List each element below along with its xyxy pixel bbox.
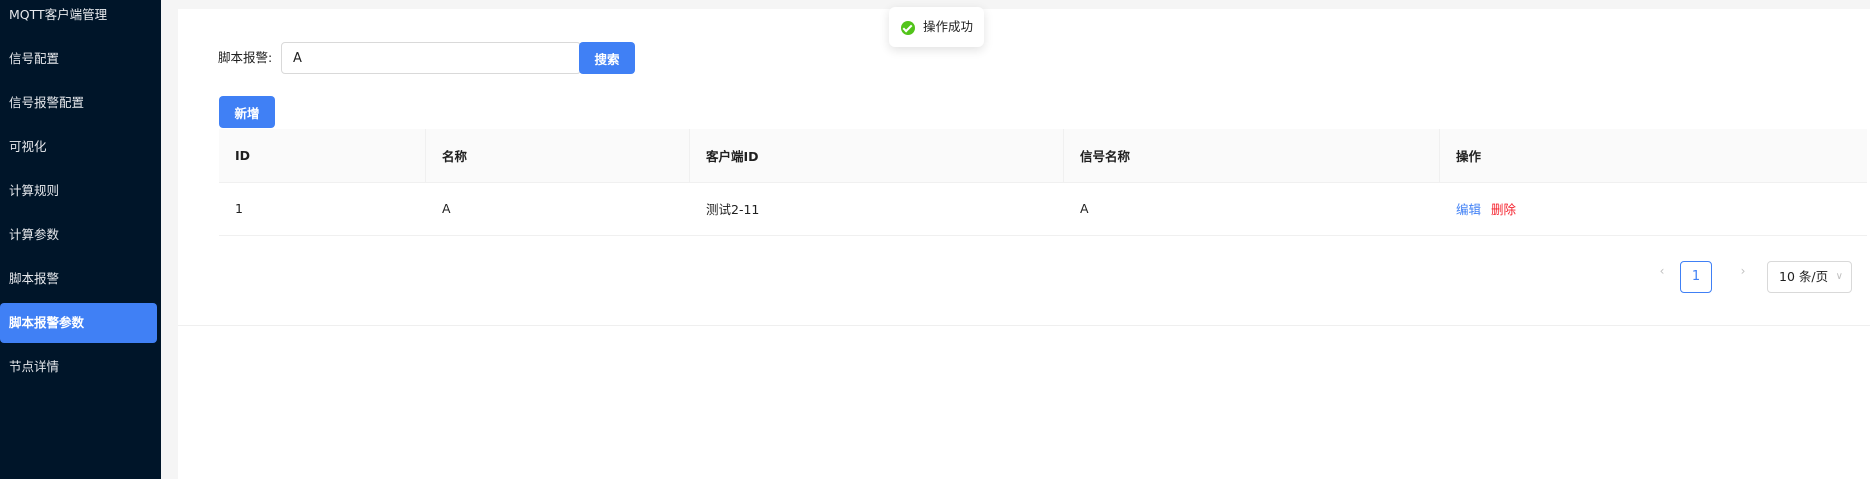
cell-id: 1 xyxy=(219,182,426,236)
sidebar-item-calc-params[interactable]: 计算参数 xyxy=(0,215,157,255)
search-input[interactable] xyxy=(281,42,581,74)
sidebar-item-signal-config[interactable]: 信号配置 xyxy=(0,39,157,79)
column-header-actions: 操作 xyxy=(1440,129,1867,183)
success-toast: 操作成功 xyxy=(889,7,984,47)
cell-client-id: 测试2-11 xyxy=(690,182,1064,236)
cell-actions: 编辑 删除 xyxy=(1440,182,1867,236)
page-number-button[interactable]: 1 xyxy=(1680,261,1712,293)
sidebar-item-node-details[interactable]: 节点详情 xyxy=(0,347,157,387)
table-header-row: ID 名称 客户端ID 信号名称 操作 xyxy=(219,129,1867,183)
table-row: 1 A 测试2-11 A 编辑 删除 xyxy=(219,182,1867,236)
cell-name: A xyxy=(426,182,690,236)
content-card: 脚本报警: 搜索 新增 ID 名称 客户端ID 信号名称 操作 1 A xyxy=(178,9,1870,325)
column-header-signal-name: 信号名称 xyxy=(1064,129,1440,183)
sidebar-item-visualization[interactable]: 可视化 xyxy=(0,127,157,167)
data-table: ID 名称 客户端ID 信号名称 操作 1 A 测试2-11 A 编辑 删除 xyxy=(219,129,1867,236)
chevron-down-icon: ∨ xyxy=(1835,271,1843,282)
sidebar-item-mqtt-client[interactable]: MQTT客户端管理 xyxy=(0,0,157,35)
prev-page-icon[interactable]: ‹ xyxy=(1653,262,1671,280)
main-content: 脚本报警: 搜索 新增 ID 名称 客户端ID 信号名称 操作 1 A xyxy=(161,0,1870,479)
next-page-icon[interactable]: › xyxy=(1734,262,1752,280)
sidebar: MQTT客户端管理 信号配置 信号报警配置 可视化 计算规则 计算参数 脚本报警… xyxy=(0,0,161,479)
content-area-lower xyxy=(178,325,1870,479)
add-button[interactable]: 新增 xyxy=(219,96,275,128)
sidebar-item-calc-rules[interactable]: 计算规则 xyxy=(0,171,157,211)
page-size-select[interactable]: 10 条/页 ∨ xyxy=(1767,261,1852,293)
edit-link[interactable]: 编辑 xyxy=(1456,202,1481,217)
sidebar-item-signal-alarm-config[interactable]: 信号报警配置 xyxy=(0,83,157,123)
column-header-id: ID xyxy=(219,129,426,183)
page-size-value: 10 条/页 xyxy=(1779,269,1829,284)
column-header-name: 名称 xyxy=(426,129,690,183)
cell-signal-name: A xyxy=(1064,182,1440,236)
sidebar-item-script-alarm-params[interactable]: 脚本报警参数 xyxy=(0,303,157,343)
delete-link[interactable]: 删除 xyxy=(1491,202,1516,217)
column-header-client-id: 客户端ID xyxy=(690,129,1064,183)
toast-message: 操作成功 xyxy=(923,19,974,34)
search-label: 脚本报警: xyxy=(218,50,273,65)
check-circle-icon xyxy=(901,21,915,35)
search-button[interactable]: 搜索 xyxy=(579,42,635,74)
sidebar-item-script-alarm[interactable]: 脚本报警 xyxy=(0,259,157,299)
